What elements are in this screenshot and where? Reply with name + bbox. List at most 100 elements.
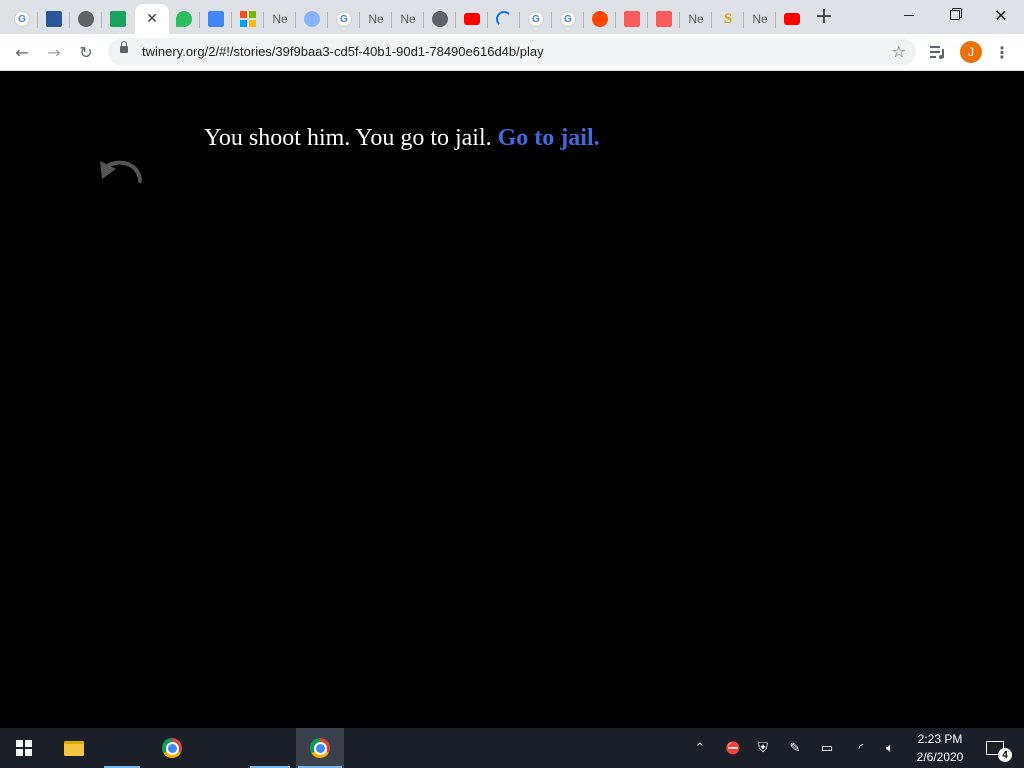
- tab-microsoft[interactable]: [232, 4, 264, 34]
- tab-globe[interactable]: [70, 4, 102, 34]
- tab-avatar-site[interactable]: [296, 4, 328, 34]
- tray-wifi[interactable]: ◜: [850, 728, 872, 768]
- itch-icon: [624, 11, 640, 27]
- loading-spinner-icon: [496, 11, 512, 27]
- bookmark-star-icon[interactable]: ☆: [892, 42, 906, 61]
- close-window-button[interactable]: ✕: [978, 0, 1024, 30]
- back-button[interactable]: ←: [10, 40, 34, 64]
- tab-notebook[interactable]: [38, 4, 70, 34]
- tray-volume[interactable]: 🔈︎: [878, 728, 902, 768]
- itch-icon: [656, 11, 672, 27]
- undo-icon[interactable]: [96, 153, 146, 187]
- start-button[interactable]: [0, 728, 48, 768]
- tab-new-1[interactable]: Ne: [264, 4, 296, 34]
- tab-google-2[interactable]: G: [328, 4, 360, 34]
- tab-strip: G ✕ Ne G Ne Ne G G Ne S Ne + ✕: [0, 0, 1024, 34]
- pen-workspace-icon: ✎: [789, 740, 801, 756]
- tray-network-app[interactable]: ⛔: [722, 728, 744, 768]
- tab-itch-1[interactable]: [616, 4, 648, 34]
- minimize-button[interactable]: [886, 0, 932, 30]
- tab-globe-2[interactable]: [424, 4, 456, 34]
- arrow-left-icon: ←: [15, 42, 29, 62]
- tab-docs[interactable]: [200, 4, 232, 34]
- clock-date: 2/6/2020: [916, 750, 964, 764]
- folder-icon: [64, 740, 84, 756]
- tab-google-3[interactable]: G: [520, 4, 552, 34]
- close-tab-icon[interactable]: ✕: [146, 11, 158, 27]
- tray-pen[interactable]: ✎: [784, 728, 806, 768]
- tray-battery[interactable]: ▭: [816, 728, 838, 768]
- arrow-right-icon: →: [47, 42, 61, 62]
- tab-twinery-active[interactable]: ✕: [135, 4, 169, 34]
- tab-loading[interactable]: [488, 4, 520, 34]
- new-tab-label: Ne: [272, 12, 288, 26]
- more-vert-icon: ⋮: [994, 42, 1010, 62]
- tab-youtube-2[interactable]: [776, 4, 808, 34]
- tab-evernote[interactable]: [168, 4, 200, 34]
- google-icon: G: [560, 11, 576, 27]
- story-passage: You shoot him. You go to jail. Go to jai…: [204, 125, 600, 152]
- network-error-icon: ⛔: [725, 741, 741, 755]
- evernote-icon: [176, 11, 192, 27]
- chrome-icon: [310, 738, 330, 758]
- tab-google[interactable]: G: [6, 4, 38, 34]
- windows-taskbar: ⌃ ⛔ ⛨ ✎ ▭ ◜ 🔈︎ 2:23 PM 2/6/2020 4: [0, 728, 1024, 768]
- globe-icon: [78, 11, 94, 27]
- new-tab-label: Ne: [368, 12, 384, 26]
- forward-button[interactable]: →: [42, 40, 66, 64]
- tab-new-5[interactable]: Ne: [744, 4, 776, 34]
- google-icon: G: [14, 11, 30, 27]
- globe-icon: [432, 11, 448, 27]
- microsoft-icon: [240, 11, 256, 27]
- reload-icon: ↻: [79, 42, 93, 62]
- taskbar-chrome[interactable]: [148, 728, 196, 768]
- tab-itch-2[interactable]: [648, 4, 680, 34]
- tab-google-4[interactable]: G: [552, 4, 584, 34]
- minimize-icon: [904, 14, 914, 16]
- story-page: You shoot him. You go to jail. Go to jai…: [0, 71, 1024, 728]
- docs-icon: [208, 11, 224, 27]
- tab-reddit[interactable]: [584, 4, 616, 34]
- action-center-button[interactable]: 4: [980, 728, 1012, 768]
- media-queue-icon: [930, 46, 944, 59]
- taskbar-app-slot[interactable]: [102, 728, 142, 768]
- tab-scratch[interactable]: S: [712, 4, 744, 34]
- restore-button[interactable]: [932, 0, 978, 30]
- tab-new-3[interactable]: Ne: [392, 4, 424, 34]
- avatar-site-icon: [304, 11, 320, 27]
- show-hidden-icons-button[interactable]: ⌃: [690, 728, 710, 768]
- taskbar-chrome-active[interactable]: [296, 728, 344, 768]
- new-tab-label: Ne: [688, 12, 704, 26]
- reload-button[interactable]: ↻: [74, 40, 98, 64]
- taskbar-app-slot-2[interactable]: [248, 728, 292, 768]
- bookmark-icon: [110, 11, 126, 27]
- lock-icon: [120, 41, 128, 53]
- tab-bookmark[interactable]: [102, 4, 134, 34]
- tab-youtube[interactable]: [456, 4, 488, 34]
- passage-link-go-to-jail[interactable]: Go to jail.: [498, 125, 600, 151]
- url-text[interactable]: twinery.org/2/#!/stories/39f9baa3-cd5f-4…: [142, 44, 544, 59]
- speaker-icon: 🔈︎: [886, 740, 894, 756]
- address-bar[interactable]: twinery.org/2/#!/stories/39f9baa3-cd5f-4…: [108, 38, 916, 66]
- menu-button[interactable]: ⋮: [990, 40, 1014, 64]
- youtube-icon: [464, 13, 480, 25]
- tray-security[interactable]: ⛨: [752, 728, 774, 768]
- notification-count-badge: 4: [998, 748, 1012, 762]
- passage-text: You shoot him. You go to jail.: [204, 125, 498, 151]
- media-control-button[interactable]: [926, 40, 950, 64]
- new-tab-button[interactable]: +: [812, 6, 836, 30]
- tab-new-4[interactable]: Ne: [680, 4, 712, 34]
- youtube-icon: [784, 13, 800, 25]
- taskbar-file-explorer[interactable]: [50, 728, 98, 768]
- taskbar-clock[interactable]: 2:23 PM 2/6/2020: [908, 730, 972, 766]
- reddit-icon: [592, 11, 608, 27]
- clock-time: 2:23 PM: [917, 732, 963, 746]
- google-icon: G: [528, 11, 544, 27]
- chevron-up-icon: ⌃: [694, 740, 706, 756]
- new-tab-label: Ne: [752, 12, 768, 26]
- chrome-icon: [162, 738, 182, 758]
- new-tab-label: Ne: [400, 12, 416, 26]
- tab-new-2[interactable]: Ne: [360, 4, 392, 34]
- shield-icon: ⛨: [758, 740, 768, 756]
- profile-avatar[interactable]: J: [960, 41, 982, 63]
